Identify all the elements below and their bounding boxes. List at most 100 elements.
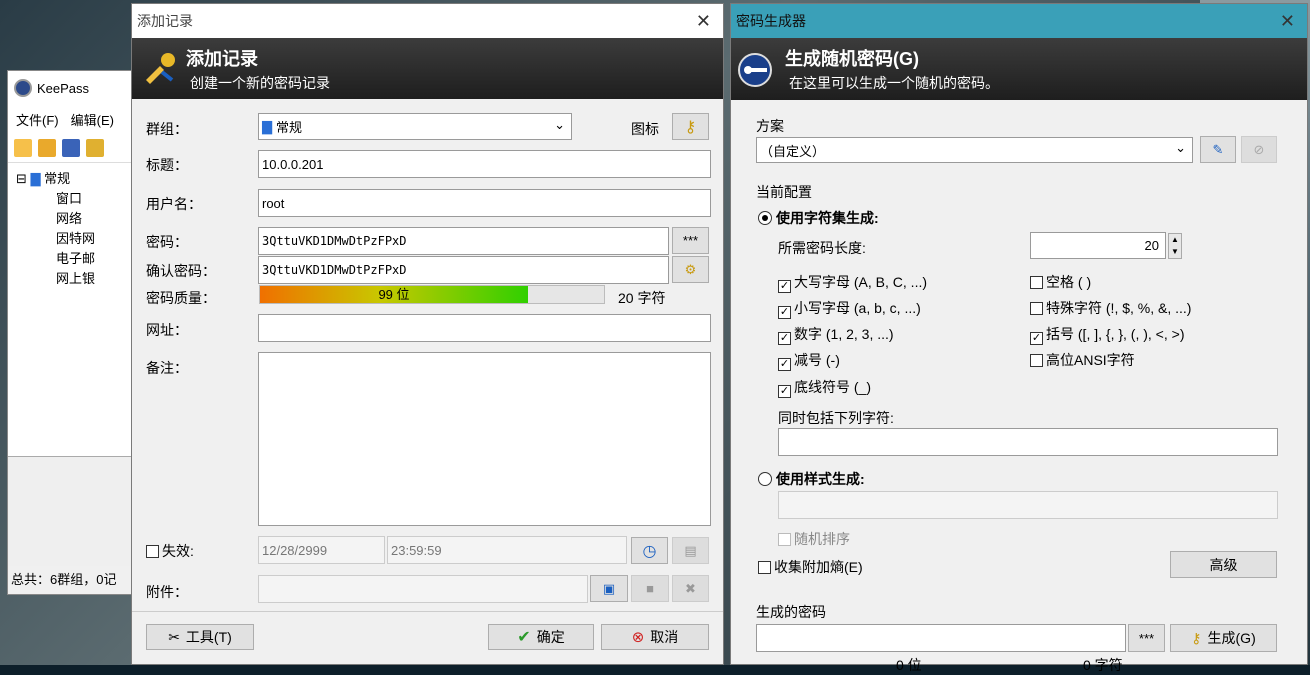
open-folder-icon[interactable] xyxy=(38,138,56,157)
delete-profile-icon: ⊘ xyxy=(1253,141,1265,157)
status-bar: 总共：6群组，0记 xyxy=(8,566,138,594)
charset-radio[interactable]: 使用字符集生成: xyxy=(758,208,879,228)
toggle-password-visibility-button[interactable]: *** xyxy=(672,227,709,254)
add-entry-banner: 添加记录 创建一个新的密码记录 xyxy=(132,38,723,99)
menu-file[interactable]: 文件(F) xyxy=(16,110,59,129)
tools-icon: ✂ xyxy=(168,628,180,645)
quality-bits: 99 位 xyxy=(378,287,410,302)
tools-button-label: 工具(T) xyxy=(185,629,232,645)
collect-entropy-option[interactable]: 收集附加熵(E) xyxy=(758,557,863,577)
expires-check[interactable] xyxy=(146,545,159,558)
option-underscore[interactable]: ✓ 底线符号 (_) xyxy=(778,377,871,398)
minus-check[interactable]: ✓ xyxy=(778,358,791,371)
option-brackets[interactable]: ✓ 括号 ([, ], {, }, (, ), <, >) xyxy=(1030,324,1184,345)
pattern-field xyxy=(778,491,1278,519)
include-chars-field[interactable] xyxy=(778,428,1278,456)
add-entry-key-icon[interactable] xyxy=(86,138,104,157)
save-icon[interactable] xyxy=(62,138,80,157)
generator-title-bar: 密码生成器 ✕ xyxy=(731,4,1307,38)
uppercase-check[interactable]: ✓ xyxy=(778,280,791,293)
generated-password-field[interactable] xyxy=(756,624,1126,652)
option-minus[interactable]: ✓ 减号 (-) xyxy=(778,350,840,371)
delete-attachment-button: ✖ xyxy=(672,575,709,602)
save-profile-button[interactable]: ✎ xyxy=(1200,136,1236,163)
option-digits[interactable]: ✓ 数字 (1, 2, 3, ...) xyxy=(778,324,894,345)
tree-item-email[interactable]: 电子邮 xyxy=(16,249,128,269)
space-check[interactable] xyxy=(1030,276,1043,289)
option-high-ansi[interactable]: 高位ANSI字符 xyxy=(1030,350,1135,370)
tools-button[interactable]: ✂ 工具(T) xyxy=(146,624,254,650)
cancel-icon: ⊗ xyxy=(631,629,645,646)
icon-picker-button[interactable]: ⚷ xyxy=(672,113,709,140)
add-entry-title-bar: 添加记录 ✕ xyxy=(132,4,723,38)
confirm-password-field[interactable]: 3QttuVKD1DMwDtPzFPxD xyxy=(258,256,669,284)
length-stepper[interactable]: ▲ ▼ xyxy=(1168,233,1182,259)
lowercase-check[interactable]: ✓ xyxy=(778,306,791,319)
tree-item-window[interactable]: 窗口 xyxy=(16,189,128,209)
expires-time-field: 23:59:59 xyxy=(387,536,627,564)
url-field[interactable] xyxy=(258,314,711,342)
delete-profile-button: ⊘ xyxy=(1241,136,1277,163)
cancel-button[interactable]: ⊗ 取消 xyxy=(601,624,709,650)
toggle-generated-visibility-button[interactable]: *** xyxy=(1128,624,1165,652)
calendar-button: ▤ xyxy=(672,537,709,564)
group-select[interactable]: ▇ 常规 ⌄ xyxy=(258,113,572,140)
password-generator-button[interactable]: ⚙ xyxy=(672,256,709,283)
close-icon[interactable]: ✕ xyxy=(696,11,711,32)
config-group-label: 当前配置 xyxy=(756,184,812,200)
add-entry-banner-subtitle: 创建一个新的密码记录 xyxy=(190,75,330,91)
tree-item-network[interactable]: 网络 xyxy=(16,209,128,229)
main-title-bar: KeePass xyxy=(8,71,136,105)
group-select-value: 常规 xyxy=(276,120,303,135)
pattern-radio-dot[interactable] xyxy=(758,472,772,486)
check-icon: ✔ xyxy=(517,629,531,646)
high-ansi-check[interactable] xyxy=(1030,354,1043,367)
entry-detail-pane xyxy=(8,456,138,568)
option-uppercase[interactable]: ✓ 大写字母 (A, B, C, ...) xyxy=(778,272,927,293)
tree-item-internet[interactable]: 因特网 xyxy=(16,229,128,249)
brackets-check[interactable]: ✓ xyxy=(1030,332,1043,345)
notes-field[interactable] xyxy=(258,352,711,526)
charset-radio-label: 使用字符集生成: xyxy=(776,210,879,226)
length-field[interactable]: 20 xyxy=(1030,232,1166,259)
generate-button[interactable]: ⚷ 生成(G) xyxy=(1170,624,1277,652)
underscore-check[interactable]: ✓ xyxy=(778,385,791,398)
digits-check[interactable]: ✓ xyxy=(778,332,791,345)
generator-icon: ⚙ xyxy=(684,261,697,277)
expires-checkbox[interactable]: 失效: xyxy=(146,541,194,561)
close-icon[interactable]: ✕ xyxy=(1280,11,1295,32)
charset-radio-dot[interactable] xyxy=(758,211,772,225)
chevron-down-icon: ⌄ xyxy=(1175,140,1186,155)
option-lowercase[interactable]: ✓ 小写字母 (a, b, c, ...) xyxy=(778,298,921,319)
password-length: 20 字符 xyxy=(618,290,666,306)
advanced-button[interactable]: 高级 xyxy=(1170,551,1277,578)
attach-file-button[interactable]: ▣ xyxy=(590,575,628,602)
delete-attachment-icon: ✖ xyxy=(685,580,696,596)
title-field[interactable]: 10.0.0.201 xyxy=(258,150,711,178)
digits-label: 数字 (1, 2, 3, ...) xyxy=(794,326,894,342)
new-db-icon[interactable] xyxy=(14,138,32,157)
generator-banner-subtitle: 在这里可以生成一个随机的密码。 xyxy=(789,75,999,91)
profile-select[interactable]: （自定义） ⌄ xyxy=(756,137,1193,163)
lowercase-label: 小写字母 (a, b, c, ...) xyxy=(794,300,921,316)
random-order-label: 随机排序 xyxy=(794,531,850,547)
ok-button[interactable]: ✔ 确定 xyxy=(488,624,594,650)
username-field[interactable]: root xyxy=(258,189,711,217)
tree-item-banking[interactable]: 网上银 xyxy=(16,269,128,289)
attachments-label: 附件： xyxy=(146,584,188,600)
url-label: 网址： xyxy=(146,322,188,338)
ok-button-label: 确定 xyxy=(536,629,565,645)
minus-label: 减号 (-) xyxy=(794,352,840,368)
collect-entropy-check[interactable] xyxy=(758,561,771,574)
special-check[interactable] xyxy=(1030,302,1043,315)
generator-banner-title: 生成随机密码(G) xyxy=(785,49,919,69)
pattern-radio[interactable]: 使用样式生成: xyxy=(758,469,865,489)
option-space[interactable]: 空格 ( ) xyxy=(1030,272,1091,292)
underscore-label: 底线符号 (_) xyxy=(794,379,871,395)
tree-root[interactable]: ⊟ ▇ 常规 xyxy=(16,169,128,189)
password-field[interactable]: 3QttuVKD1DMwDtPzFPxD xyxy=(258,227,669,255)
expiry-presets-button[interactable]: ◷ xyxy=(631,537,668,564)
menu-edit[interactable]: 编辑(E) xyxy=(71,110,114,129)
option-special[interactable]: 特殊字符 (!, $, %, &, ...) xyxy=(1030,298,1191,318)
generated-quality: 0 位 xyxy=(896,657,922,673)
